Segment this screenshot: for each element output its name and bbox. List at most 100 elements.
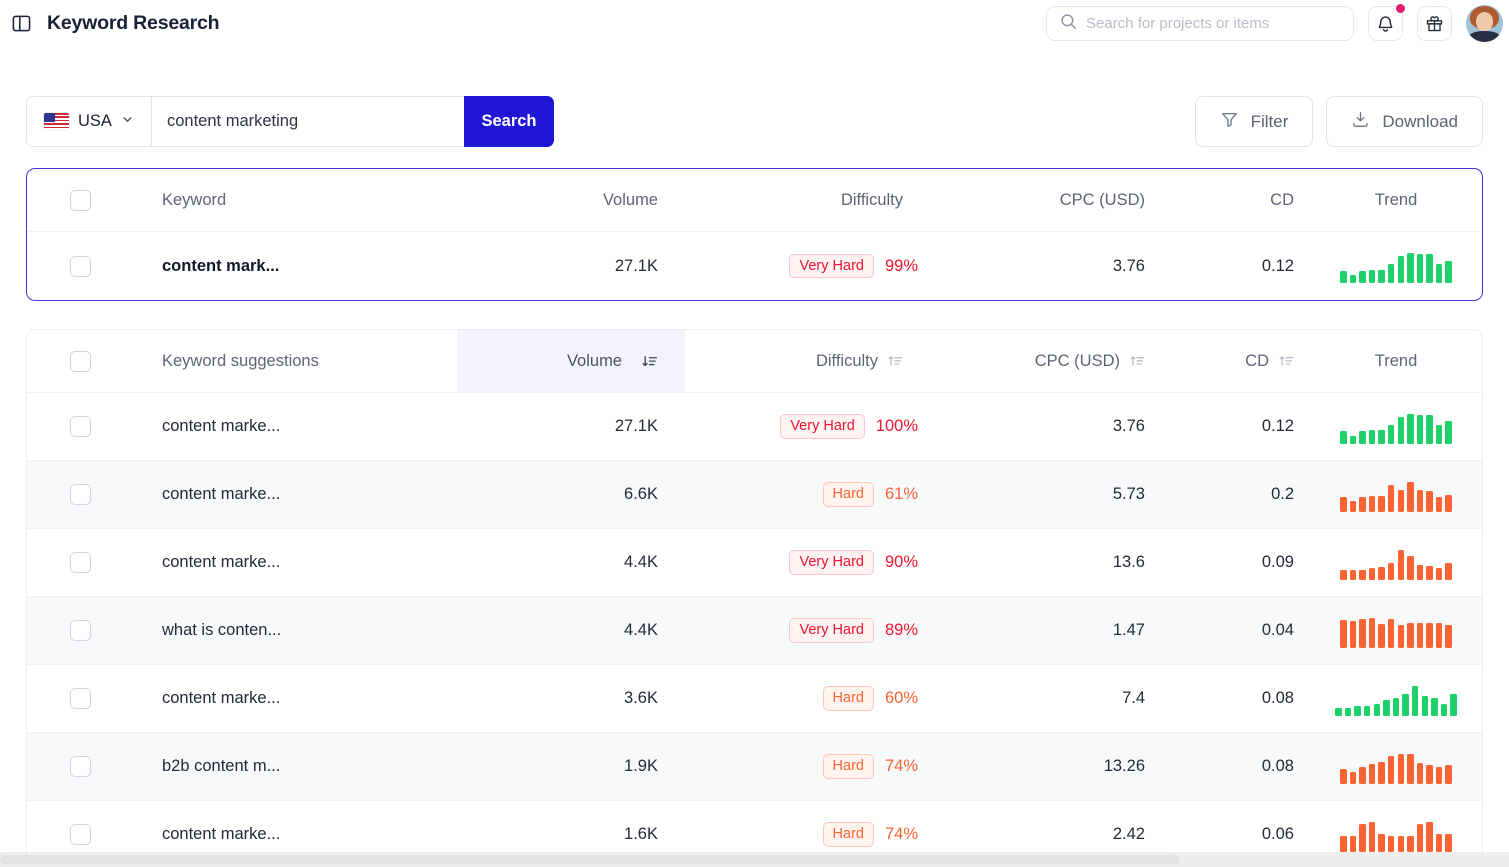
sparkline-bar [1445, 625, 1452, 648]
search-button[interactable]: Search [464, 96, 554, 147]
cell-cd: 0.09 [1261, 553, 1294, 571]
sparkline-bar [1407, 622, 1414, 648]
row-checkbox[interactable] [70, 824, 91, 845]
select-all-checkbox[interactable] [70, 350, 91, 372]
notification-badge [1396, 4, 1405, 13]
sparkline-bar [1378, 495, 1385, 512]
sparkline-bar [1335, 707, 1342, 716]
cell-cd: 0.06 [1261, 825, 1294, 843]
sparkline-bar [1364, 705, 1371, 716]
sparkline-bar [1426, 565, 1433, 580]
primary-table-row[interactable]: content mark... 27.1K Very Hard 99% 3.76… [27, 232, 1482, 300]
sparkline-bar [1416, 564, 1424, 580]
sparkline-bar [1388, 264, 1395, 283]
select-all-cell [27, 189, 162, 211]
sparkline-bar [1388, 618, 1395, 648]
row-checkbox[interactable] [70, 756, 91, 777]
table-row[interactable]: b2b content m... 1.9K Hard 74% 13.26 0.08 [27, 733, 1482, 801]
sparkline-bar [1397, 625, 1404, 648]
sparkline-bar [1435, 424, 1443, 444]
sparkline-bar [1407, 753, 1414, 784]
row-checkbox[interactable] [70, 255, 91, 277]
cell-volume: 1.6K [624, 825, 658, 843]
sparkline-bar [1344, 707, 1352, 716]
keyword-search-toolbar: USA content marketing Search Filter Down… [0, 96, 1509, 147]
table-row[interactable]: content marke... 3.6K Hard 60% 7.4 0.08 [27, 665, 1482, 733]
sparkline-bar [1435, 833, 1443, 852]
search-icon [1060, 13, 1077, 35]
panel-left-icon[interactable] [10, 13, 32, 35]
select-all-checkbox[interactable] [70, 189, 91, 211]
sparkline-bar [1359, 497, 1366, 512]
sparkline-bar [1359, 823, 1366, 852]
row-checkbox[interactable] [70, 484, 91, 505]
sparkline-bar [1392, 697, 1400, 716]
table-row[interactable]: content marke... 4.4K Very Hard 90% 13.6 0.09 [27, 529, 1482, 597]
cell-volume: 27.1K [614, 417, 658, 435]
difficulty-badge: Hard [822, 482, 874, 507]
sort-ascending-icon [1279, 354, 1294, 369]
sparkline-bar [1421, 695, 1428, 716]
notifications-button[interactable] [1368, 4, 1405, 41]
avatar-body [1469, 31, 1500, 42]
cell-cpc: 13.26 [1103, 757, 1145, 775]
sparkline-bar [1416, 762, 1424, 784]
cell-cd: 0.08 [1261, 689, 1294, 707]
cell-cpc: 3.76 [1112, 417, 1145, 435]
us-flag-icon [44, 113, 69, 130]
app-header: Keyword Research Search for projects or … [0, 0, 1509, 47]
cell-volume: 3.6K [624, 689, 658, 707]
table-row[interactable]: content marke... 27.1K Very Hard 100% 3.76 0.… [27, 393, 1482, 461]
table-row[interactable]: content marke... 6.6K Hard 61% 5.73 0.2 [27, 461, 1482, 529]
sparkline-bar [1426, 765, 1433, 784]
cell-cd: 0.04 [1261, 621, 1294, 639]
sort-ascending-icon [888, 354, 903, 369]
sparkline-bar [1416, 489, 1424, 512]
sparkline-bar [1407, 555, 1414, 580]
sparkline-bar [1349, 835, 1357, 852]
sparkline-bar [1407, 481, 1414, 512]
row-checkbox[interactable] [70, 416, 91, 437]
sparkline-bar [1368, 821, 1376, 852]
cell-volume: 6.6K [624, 485, 658, 503]
download-button[interactable]: Download [1326, 96, 1483, 147]
cell-cpc: 1.47 [1112, 621, 1145, 639]
row-checkbox[interactable] [70, 688, 91, 709]
sparkline-bar [1431, 697, 1438, 716]
column-header-difficulty-sort[interactable]: Difficulty [685, 352, 945, 371]
difficulty-badge: Hard [822, 822, 874, 847]
sparkline-bar [1426, 622, 1433, 648]
sparkline-bar [1359, 431, 1366, 444]
gift-button[interactable] [1417, 6, 1452, 41]
column-header-cd-sort[interactable]: CD [1175, 352, 1310, 371]
sparkline-bar [1435, 497, 1443, 512]
keyword-input[interactable]: content marketing [151, 96, 464, 147]
country-selector[interactable]: USA [26, 96, 151, 147]
sparkline-bar [1340, 497, 1347, 512]
sparkline-bar [1435, 264, 1443, 283]
cell-volume: 4.4K [624, 553, 658, 571]
row-checkbox[interactable] [70, 620, 91, 641]
column-header-volume-sort[interactable]: Volume [457, 330, 685, 393]
global-search-input[interactable]: Search for projects or items [1046, 6, 1354, 41]
table-row[interactable]: what is conten... 4.4K Very Hard 89% 1.47 0.0… [27, 597, 1482, 665]
cell-cpc: 7.4 [1122, 689, 1145, 707]
sparkline-bar [1349, 621, 1357, 648]
sparkline-bar [1383, 699, 1390, 716]
avatar[interactable] [1466, 5, 1503, 42]
row-checkbox[interactable] [70, 552, 91, 573]
sparkline-bar [1445, 260, 1452, 283]
filter-button[interactable]: Filter [1194, 96, 1314, 147]
sparkline-bar [1416, 622, 1424, 648]
sparkline-bar [1402, 693, 1409, 716]
sparkline-bar [1388, 755, 1395, 784]
difficulty-badge: Hard [822, 686, 874, 711]
column-header-cpc-sort[interactable]: CPC (USD) [945, 352, 1175, 371]
cell-keyword: content marke... [162, 553, 281, 571]
select-all-cell [27, 350, 162, 372]
trend-sparkline [1340, 614, 1452, 648]
horizontal-scrollbar[interactable] [0, 852, 1509, 867]
scrollbar-thumb[interactable] [0, 855, 1180, 864]
column-header-trend: Trend [1374, 351, 1418, 370]
trend-sparkline [1340, 249, 1452, 283]
